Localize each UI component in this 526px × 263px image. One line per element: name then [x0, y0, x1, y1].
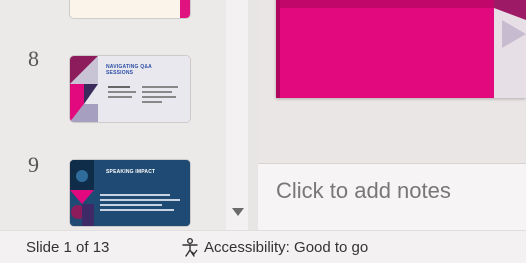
slide-thumbnail-7[interactable] — [70, 0, 190, 18]
accessibility-status[interactable]: Accessibility: Good to go — [180, 237, 368, 257]
notes-pane[interactable]: Click to add notes — [258, 163, 526, 231]
slide-thumbnail-pane: 8 NAVIGATING Q&A SESSIONS 9 SPEAKING IMP… — [0, 0, 226, 230]
slide-number-9: 9 — [28, 152, 39, 177]
current-slide-canvas[interactable] — [276, 0, 526, 98]
status-bar: Slide 1 of 13 Accessibility: Good to go — [0, 230, 526, 263]
slide-number-8: 8 — [28, 46, 39, 71]
slide-indicator[interactable]: Slide 1 of 13 — [26, 239, 109, 256]
slide-editor — [258, 0, 526, 163]
accessibility-label: Accessibility: Good to go — [204, 238, 369, 256]
pane-divider[interactable] — [248, 0, 258, 230]
triangle-down-icon[interactable] — [232, 208, 244, 216]
accent-bar — [180, 0, 190, 18]
slide-thumbnail-9[interactable]: SPEAKING IMPACT — [70, 160, 190, 226]
slide-9-title: SPEAKING IMPACT — [106, 169, 156, 175]
slide-art — [276, 0, 526, 98]
notes-placeholder[interactable]: Click to add notes — [276, 178, 451, 204]
slide-thumbnail-8[interactable]: NAVIGATING Q&A SESSIONS — [70, 56, 190, 122]
accessibility-figure-icon — [182, 238, 198, 257]
slide-8-title: NAVIGATING Q&A SESSIONS — [106, 64, 152, 76]
thumbnail-scrollbar[interactable] — [226, 0, 248, 230]
